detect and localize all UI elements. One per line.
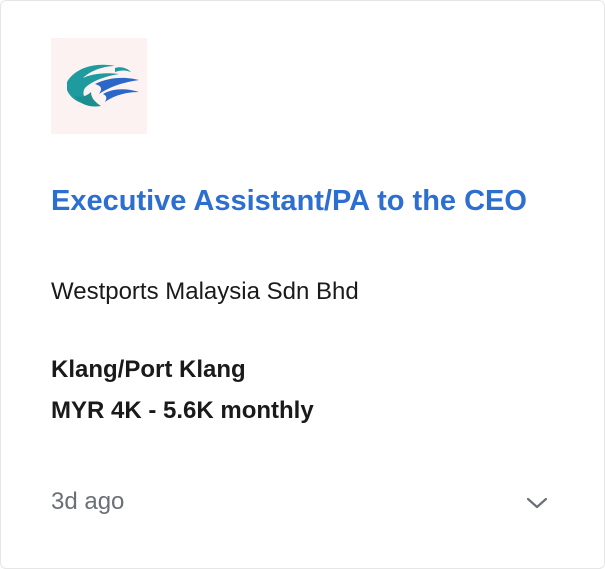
listing-date: 3d ago [51, 488, 125, 515]
job-salary: MYR 4K - 5.6K monthly [51, 397, 314, 424]
job-title-link[interactable]: Executive Assistant/PA to the CEO [51, 178, 551, 225]
expand-button[interactable] [519, 485, 555, 521]
job-location: Klang/Port Klang [51, 356, 246, 383]
company-name[interactable]: Westports Malaysia Sdn Bhd [51, 276, 359, 308]
chevron-down-icon [526, 497, 548, 509]
westports-logo-icon [67, 64, 139, 107]
job-card[interactable]: Executive Assistant/PA to the CEO Westpo… [0, 0, 605, 569]
company-logo [51, 38, 147, 134]
